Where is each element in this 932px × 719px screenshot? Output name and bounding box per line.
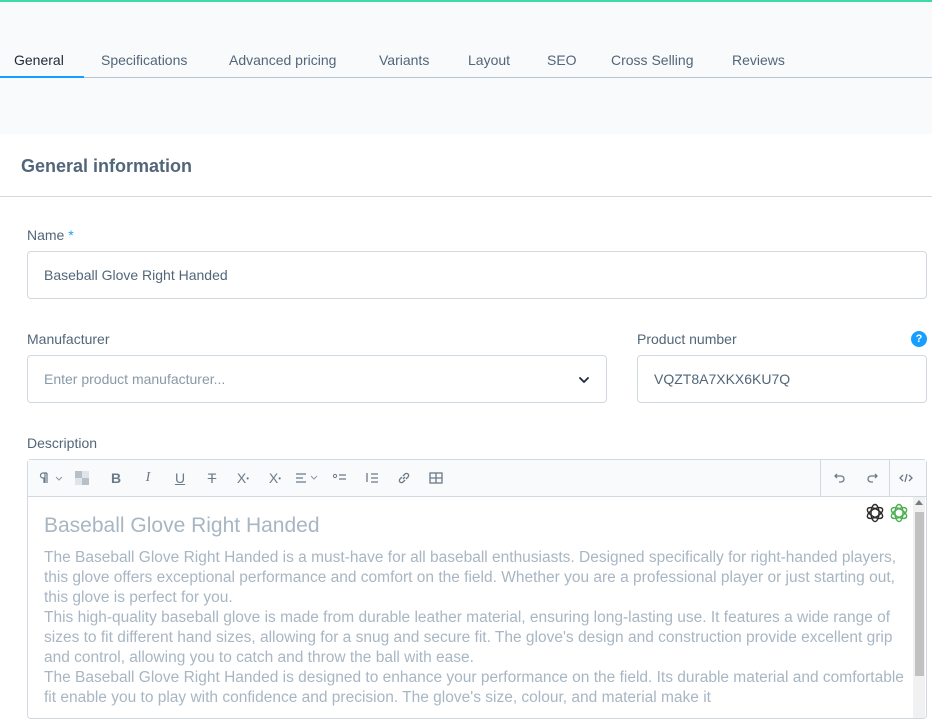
required-marker: *: [68, 227, 74, 243]
unordered-list-icon[interactable]: [332, 468, 348, 488]
link-icon[interactable]: [396, 468, 412, 488]
manufacturer-placeholder: Enter product manufacturer...: [44, 371, 226, 387]
manufacturer-label: Manufacturer: [27, 331, 110, 347]
tab-seo[interactable]: SEO: [547, 48, 577, 77]
tab-variants[interactable]: Variants: [379, 48, 429, 77]
tab-cross-selling[interactable]: Cross Selling: [611, 48, 693, 77]
tab-layout[interactable]: Layout: [468, 48, 510, 77]
manufacturer-select[interactable]: Enter product manufacturer...: [27, 355, 607, 403]
underline-icon[interactable]: U: [172, 468, 188, 488]
subscript-icon[interactable]: X •: [267, 468, 283, 488]
product-number-value: VQZT8A7XKX6KU7Q: [654, 371, 791, 387]
superscript-icon[interactable]: X •: [235, 468, 251, 488]
clear-format-icon[interactable]: [74, 468, 90, 488]
tab-reviews[interactable]: Reviews: [732, 48, 785, 77]
table-icon[interactable]: [428, 468, 444, 488]
card-title: General information: [21, 156, 193, 176]
name-label: Name *: [27, 227, 74, 243]
bold-icon[interactable]: B: [108, 468, 124, 488]
description-label: Description: [27, 435, 98, 451]
name-field[interactable]: Baseball Glove Right Handed: [27, 251, 927, 299]
product-number-field[interactable]: VQZT8A7XKX6KU7Q: [637, 355, 927, 403]
tab-general[interactable]: General: [14, 48, 64, 77]
ordered-list-icon[interactable]: [364, 468, 380, 488]
name-label-text: Name: [27, 227, 65, 243]
tab-baseline: [0, 77, 932, 78]
description-paragraph: This high-quality baseball glove is made…: [44, 609, 893, 666]
name-value: Baseball Glove Right Handed: [44, 267, 228, 283]
active-tab-indicator: [0, 76, 84, 78]
product-number-label: Product number: [637, 331, 737, 347]
card-divider: [0, 196, 932, 197]
toolbar-separator: [889, 460, 890, 496]
undo-icon[interactable]: [832, 468, 848, 488]
scroll-up-arrow-icon[interactable]: [915, 500, 923, 505]
redo-icon[interactable]: [864, 468, 880, 488]
code-view-icon[interactable]: [898, 468, 914, 488]
strikethrough-icon[interactable]: T: [204, 468, 220, 488]
description-heading: Baseball Glove Right Handed: [44, 514, 320, 537]
tab-advanced-pricing[interactable]: Advanced pricing: [229, 48, 336, 77]
description-paragraph: The Baseball Glove Right Handed is desig…: [44, 669, 904, 706]
italic-icon[interactable]: I: [140, 468, 156, 488]
openai-icon[interactable]: [888, 502, 910, 529]
description-editor[interactable]: B I U T X • X • Baseball Glove Right Han…: [27, 459, 927, 719]
description-paragraph: The Baseball Glove Right Handed is a mus…: [44, 549, 897, 606]
align-icon[interactable]: [294, 468, 322, 488]
help-icon[interactable]: ?: [911, 331, 927, 347]
openai-icon[interactable]: [864, 502, 886, 529]
scrollbar-thumb[interactable]: [915, 512, 924, 676]
editor-toolbar: B I U T X • X •: [28, 460, 926, 497]
tab-specifications[interactable]: Specifications: [101, 48, 187, 77]
chevron-down-icon: [578, 373, 590, 389]
paragraph-format-icon[interactable]: [38, 468, 66, 488]
editor-content[interactable]: Baseball Glove Right Handed The Baseball…: [44, 514, 904, 708]
toolbar-separator: [820, 460, 821, 496]
ai-assistant-icons: [864, 502, 910, 529]
